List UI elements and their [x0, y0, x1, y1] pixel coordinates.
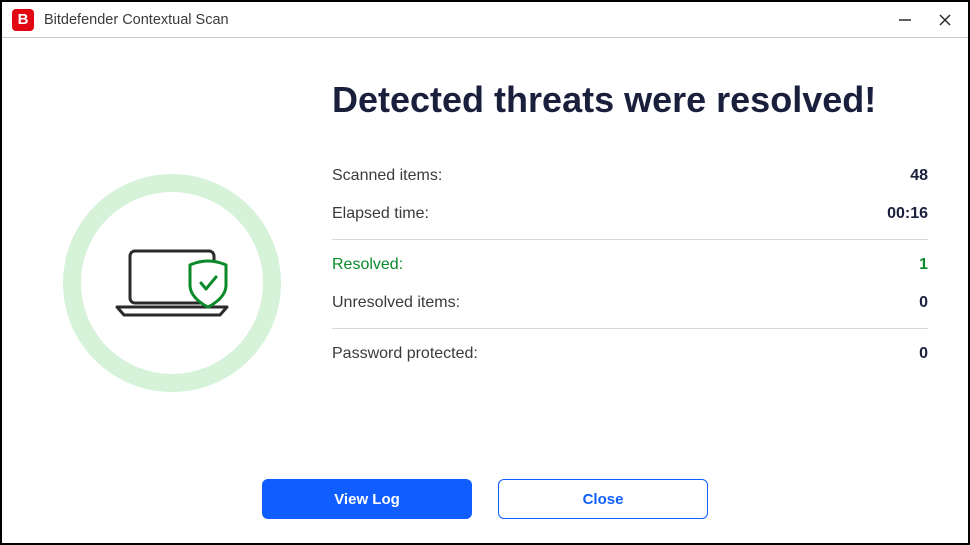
stat-value: 00:16 — [887, 205, 928, 223]
stat-value: 48 — [910, 167, 928, 185]
stat-unresolved: Unresolved items: 0 — [332, 284, 928, 322]
close-button[interactable]: Close — [498, 479, 708, 519]
stat-scanned-items: Scanned items: 48 — [332, 157, 928, 195]
app-logo-letter: B — [18, 11, 29, 28]
divider — [332, 328, 928, 329]
stat-value: 0 — [919, 345, 928, 363]
app-logo: B — [12, 9, 34, 31]
stat-label: Password protected: — [332, 345, 478, 363]
minimize-button[interactable] — [896, 11, 914, 29]
close-icon — [938, 13, 952, 27]
stat-resolved: Resolved: 1 — [332, 246, 928, 284]
stat-label: Scanned items: — [332, 167, 442, 185]
stat-password-protected: Password protected: 0 — [332, 335, 928, 373]
stat-value: 1 — [919, 256, 928, 274]
content-area: Detected threats were resolved! Scanned … — [2, 38, 968, 465]
titlebar: B Bitdefender Contextual Scan — [2, 2, 968, 38]
close-window-button[interactable] — [936, 11, 954, 29]
status-success-icon — [57, 168, 287, 398]
footer-buttons: View Log Close — [2, 465, 968, 543]
window-title: Bitdefender Contextual Scan — [44, 12, 896, 28]
stats-list: Scanned items: 48 Elapsed time: 00:16 Re… — [332, 157, 928, 373]
stat-value: 0 — [919, 294, 928, 312]
stat-label: Elapsed time: — [332, 205, 429, 223]
stat-elapsed-time: Elapsed time: 00:16 — [332, 195, 928, 233]
results-column: Detected threats were resolved! Scanned … — [312, 78, 938, 455]
status-illustration-column — [32, 78, 312, 455]
window-controls — [896, 11, 960, 29]
stat-label: Resolved: — [332, 256, 403, 274]
view-log-button[interactable]: View Log — [262, 479, 472, 519]
stat-label: Unresolved items: — [332, 294, 460, 312]
divider — [332, 239, 928, 240]
app-window: B Bitdefender Contextual Scan — [0, 0, 970, 545]
headline: Detected threats were resolved! — [332, 78, 928, 121]
minimize-icon — [898, 13, 912, 27]
